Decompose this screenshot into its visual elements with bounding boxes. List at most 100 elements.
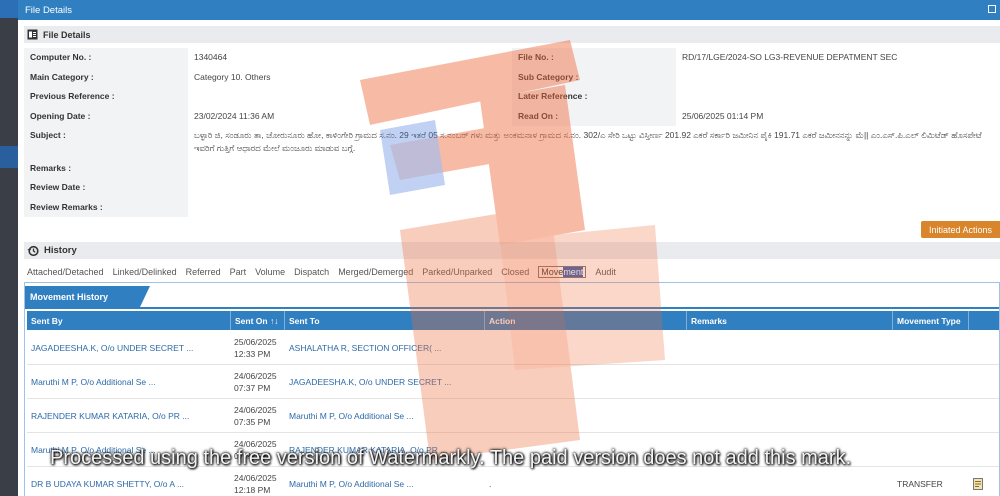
history-heading: History <box>24 242 1000 259</box>
detail-label: Opening Date : <box>24 106 188 126</box>
column-extra <box>969 311 999 330</box>
tab-linked-delinked[interactable]: Linked/Delinked <box>113 267 177 277</box>
file-details-table: Computer No. : 1340464 File No. : RD/17/LG… <box>24 48 1000 217</box>
column-sent-to[interactable]: Sent To <box>285 311 485 330</box>
row-extra-cell <box>969 399 999 432</box>
sent-to-link[interactable]: ASHALATHA R, SECTION OFFICER( ... <box>285 331 485 364</box>
subject-value: ಬಳ್ಳಾರಿ ಜಿ, ಸಂಡೂರು ತಾ, ಚೋರುನೂರು ಹೋ, ಕಾಳಿ… <box>194 130 982 153</box>
tab-movement[interactable]: Movement <box>538 266 587 278</box>
sent-by-link[interactable]: DR B UDAYA KUMAR SHETTY, O/o A ... <box>27 467 231 496</box>
sub-category-value <box>676 67 1000 87</box>
detail-row-review-date: Review Date : <box>24 178 1000 197</box>
sent-on-cell: 24/06/2025 07:35 PM <box>231 399 285 432</box>
tab-part[interactable]: Part <box>230 267 247 277</box>
detail-label: Review Remarks : <box>24 197 188 217</box>
sent-on-date: 24/06/2025 <box>234 404 277 415</box>
detail-row-computer-no: Computer No. : 1340464 File No. : RD/17/LG… <box>24 48 1000 67</box>
background-app-strip <box>0 0 18 496</box>
remarks-cell <box>687 365 893 398</box>
column-action[interactable]: Action <box>485 311 687 330</box>
tab-movement-text: Move <box>541 267 564 277</box>
file-no-value: RD/17/LGE/2024-SO LG3-REVENUE DEPATMENT … <box>682 52 898 62</box>
sent-on-time: 07:37 PM <box>234 382 271 393</box>
column-sent-on[interactable]: Sent On ↑↓ <box>231 311 285 330</box>
detail-row-dates: Opening Date : 23/02/2024 11:36 AM Read O… <box>24 106 1000 126</box>
column-movement-type[interactable]: Movement Type <box>893 311 969 330</box>
tab-parked-unparked[interactable]: Parked/Unparked <box>422 267 492 277</box>
remarks-cell <box>687 399 893 432</box>
sent-on-date: 24/06/2025 <box>234 370 277 381</box>
tab-dispatch[interactable]: Dispatch <box>294 267 329 277</box>
sent-to-link[interactable]: Maruthi M P, O/o Additional Se ... <box>285 467 485 496</box>
tab-movement-selected-text: ment <box>563 267 584 277</box>
detail-row-reference: Previous Reference : Later Reference : <box>24 87 1000 106</box>
history-tabs: Attached/Detached Linked/Delinked Referr… <box>27 265 625 279</box>
row-extra-cell <box>969 365 999 398</box>
sent-on-cell: 24/06/2025 07:37 PM <box>231 365 285 398</box>
row-extra-cell <box>969 331 999 364</box>
tab-attached-detached[interactable]: Attached/Detached <box>27 267 104 277</box>
sent-on-cell: 25/06/2025 12:33 PM <box>231 331 285 364</box>
document-icon[interactable] <box>973 477 983 490</box>
sent-on-date: 24/06/2025 <box>234 472 277 483</box>
action-cell: . <box>489 478 492 489</box>
file-details-dialog: File Details File Details Computer No. :… <box>18 0 1000 496</box>
tab-closed[interactable]: Closed <box>501 267 529 277</box>
movement-type-cell: TRANSFER <box>897 478 943 489</box>
row-document-cell <box>969 467 999 496</box>
column-remarks[interactable]: Remarks <box>687 311 893 330</box>
table-row: RAJENDER KUMAR KATARIA, O/o PR ... 24/06… <box>27 399 999 433</box>
sent-by-link[interactable]: Maruthi M P, O/o Additional Se ... <box>27 365 231 398</box>
detail-label: File No. : <box>512 48 676 67</box>
tab-merged-demerged[interactable]: Merged/Demerged <box>338 267 413 277</box>
detail-label: Computer No. : <box>24 48 188 67</box>
action-cell <box>485 399 687 432</box>
sent-on-time: 12:33 PM <box>234 348 271 359</box>
remarks-value <box>188 158 1000 178</box>
initiated-actions-button[interactable]: Initiated Actions <box>920 221 1000 238</box>
tab-referred[interactable]: Referred <box>186 267 221 277</box>
sent-on-time: 07:35 PM <box>234 416 271 427</box>
movement-type-cell <box>893 365 969 398</box>
row-extra-cell <box>969 433 999 466</box>
detail-row-category: Main Category : Category 10. Others Sub C… <box>24 67 1000 87</box>
table-row: Maruthi M P, O/o Additional Se ... 24/06… <box>27 365 999 399</box>
tab-audit[interactable]: Audit <box>595 267 616 277</box>
detail-label: Remarks : <box>24 158 188 178</box>
detail-row-remarks: Remarks : <box>24 158 1000 178</box>
file-details-icon <box>27 29 38 40</box>
review-remarks-value <box>188 197 1000 217</box>
sent-by-link[interactable]: JAGADEESHA.K, O/o UNDER SECRET ... <box>27 331 231 364</box>
remarks-cell <box>687 331 893 364</box>
later-reference-value <box>676 87 1000 106</box>
tab-volume[interactable]: Volume <box>255 267 285 277</box>
detail-label: Main Category : <box>24 67 188 87</box>
computer-no-value: 1340464 <box>194 52 228 62</box>
opening-date-value: 23/02/2024 11:36 AM <box>194 111 275 121</box>
movement-type-cell <box>893 331 969 364</box>
history-heading-text: History <box>44 245 77 256</box>
movement-history-title: Movement History <box>25 286 150 307</box>
remarks-cell <box>687 467 893 496</box>
sent-by-link[interactable]: RAJENDER KUMAR KATARIA, O/o PR ... <box>27 399 231 432</box>
watermark-text: Processed using the free version of Wate… <box>50 447 852 469</box>
maximize-icon[interactable] <box>988 5 996 13</box>
file-details-heading-text: File Details <box>43 29 91 40</box>
movement-table-body: JAGADEESHA.K, O/o UNDER SECRET ... 25/06… <box>27 331 999 496</box>
sent-to-link[interactable]: JAGADEESHA.K, O/o UNDER SECRET ... <box>285 365 485 398</box>
detail-row-subject: Subject : ಬಳ್ಳಾರಿ ಜಿ, ಸಂಡೂರು ತಾ, ಚೋರುನೂರ… <box>24 126 1000 158</box>
sent-on-date: 25/06/2025 <box>234 336 277 347</box>
table-row: JAGADEESHA.K, O/o UNDER SECRET ... 25/06… <box>27 331 999 365</box>
file-details-heading: File Details <box>24 26 1000 43</box>
movement-table-header: Sent By Sent On ↑↓ Sent To Action Remark… <box>27 311 999 330</box>
review-date-value <box>188 178 1000 197</box>
detail-label: Review Date : <box>24 178 188 197</box>
detail-label: Later Reference : <box>512 87 676 106</box>
dialog-titlebar: File Details <box>18 0 1000 20</box>
column-sent-by[interactable]: Sent By <box>27 311 231 330</box>
action-cell <box>485 331 687 364</box>
background-app-selected-item <box>0 146 18 168</box>
history-icon <box>27 245 39 257</box>
main-category-value: Category 10. Others <box>194 72 271 82</box>
sent-to-link[interactable]: Maruthi M P, O/o Additional Se ... <box>285 399 485 432</box>
